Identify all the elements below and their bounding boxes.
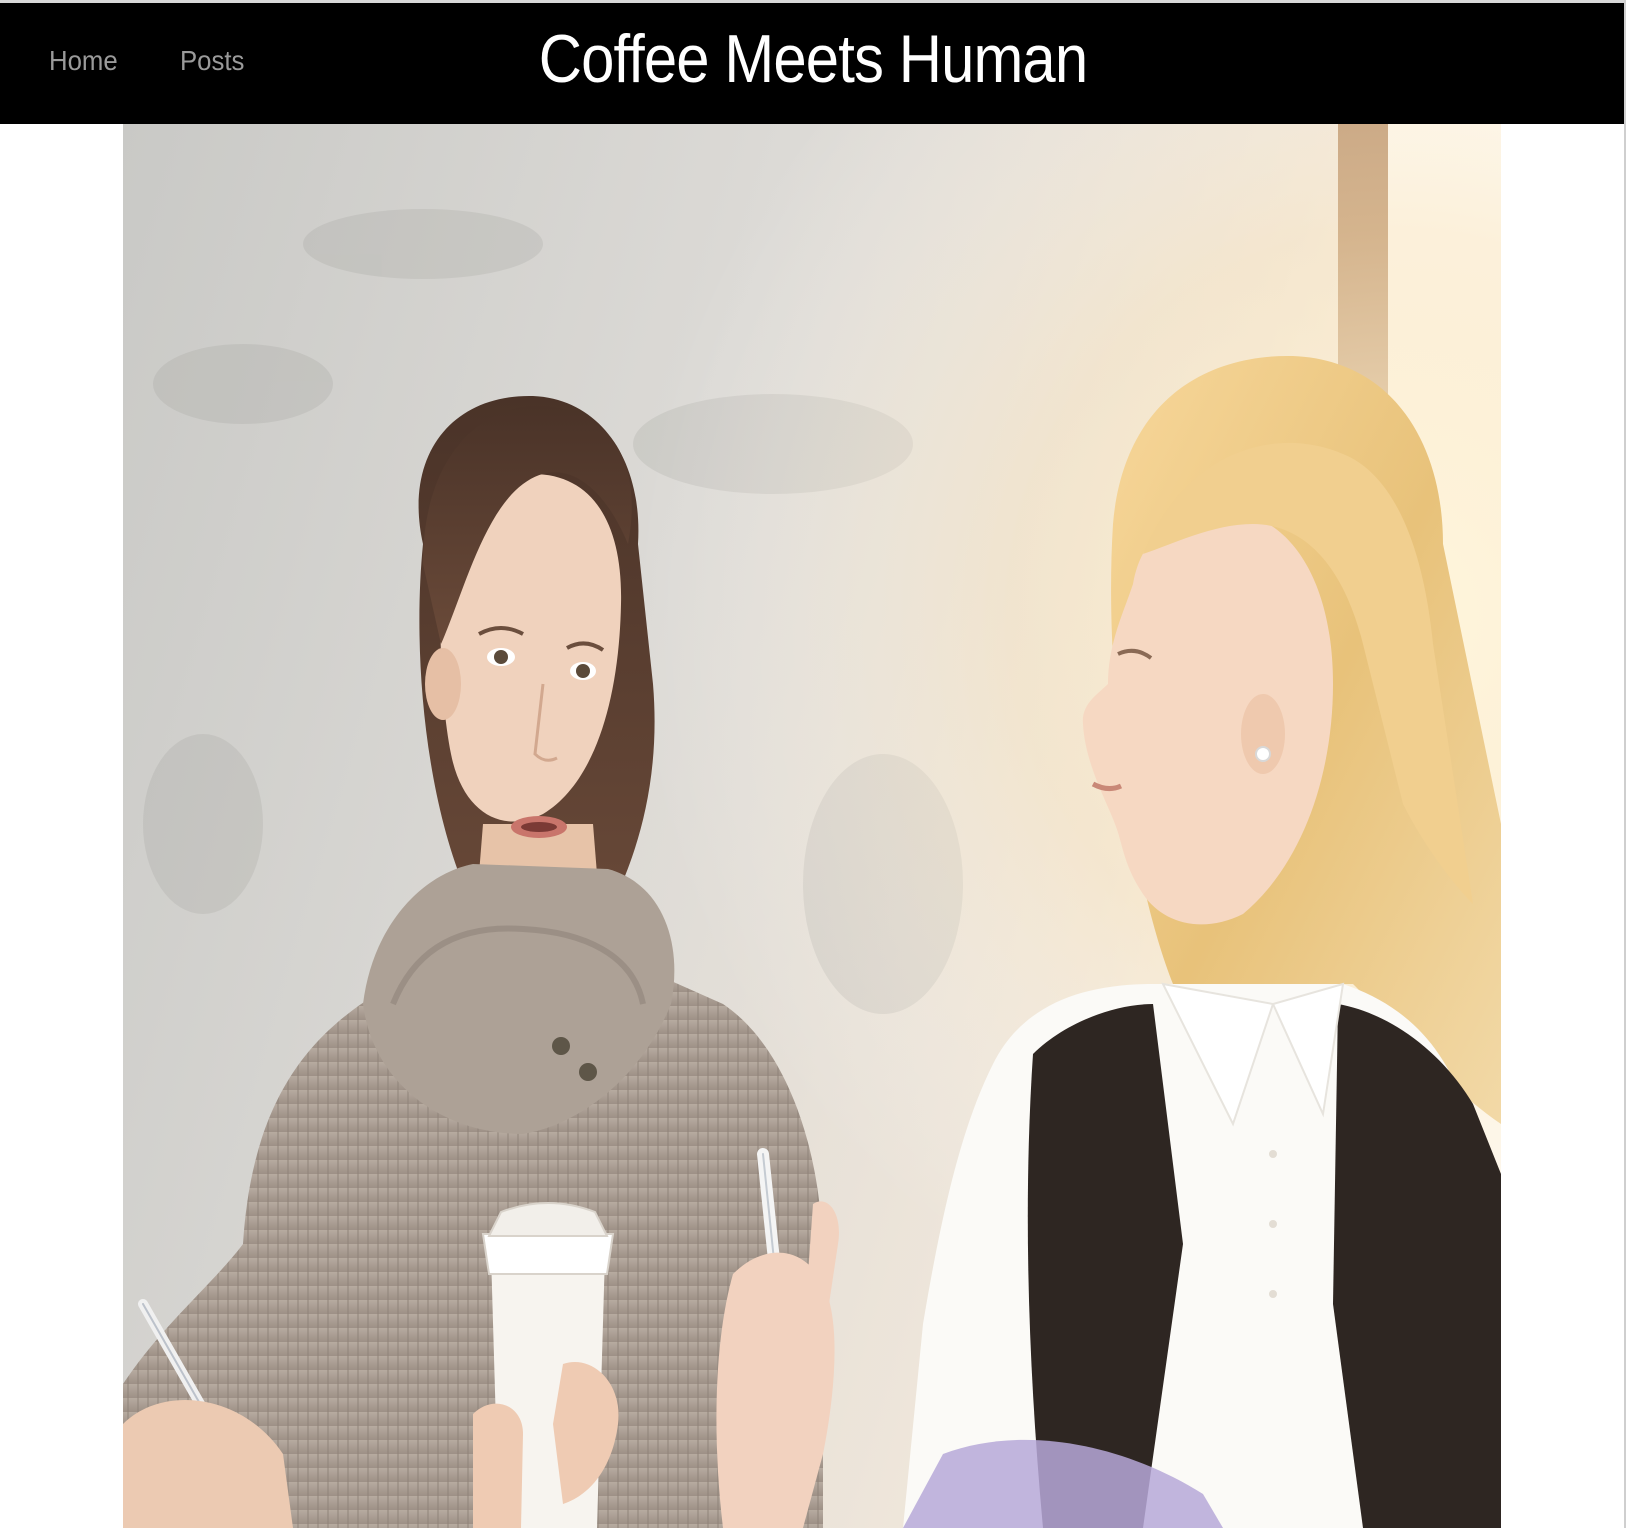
hero-image — [123, 124, 1501, 1528]
site-title: Coffee Meets Human — [538, 21, 1088, 97]
hero-photo-illustration — [123, 124, 1501, 1528]
page: Home Posts Coffee Meets Human — [0, 0, 1626, 1528]
site-header: Home Posts Coffee Meets Human — [0, 0, 1626, 124]
